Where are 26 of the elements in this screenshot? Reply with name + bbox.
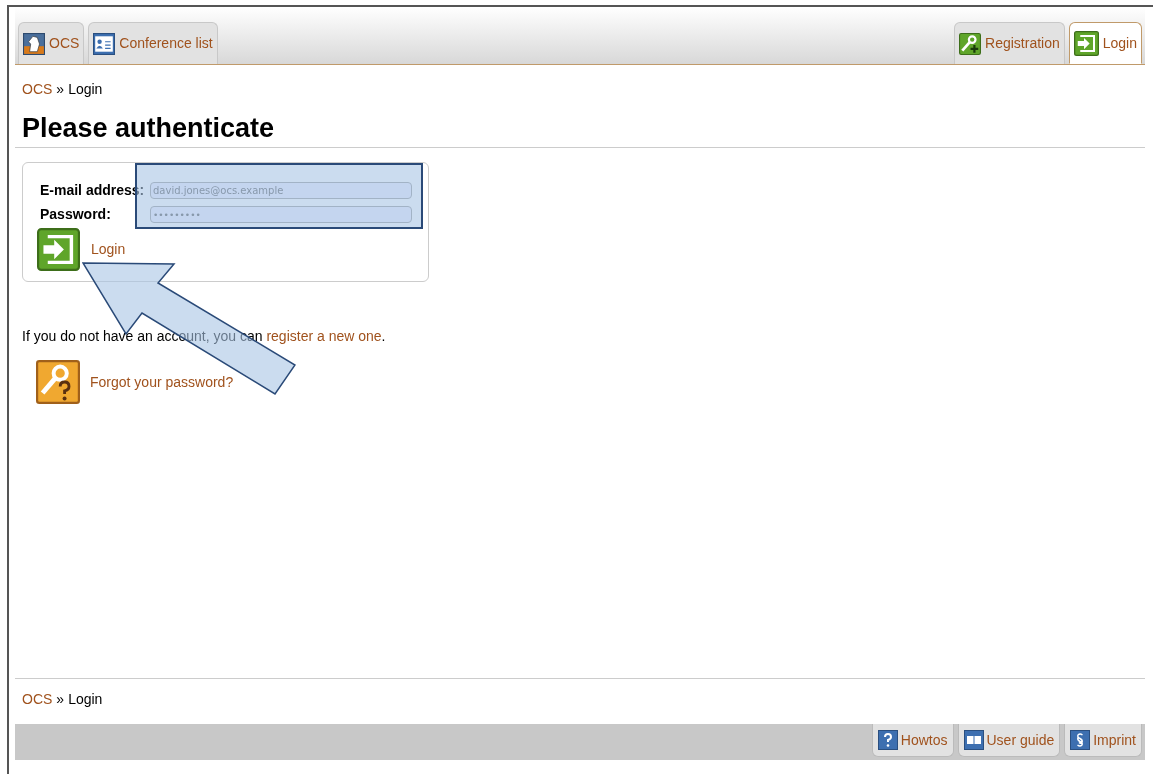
footer-tab[interactable]: User guide (957, 724, 1061, 757)
breadcrumb-link[interactable]: OCS (22, 689, 53, 710)
footer-tab[interactable]: Imprint (1064, 724, 1142, 757)
horse-head-icon (23, 32, 45, 55)
breadcrumb-current: Login (68, 80, 103, 99)
footer-tab[interactable]: Howtos (871, 724, 954, 757)
open-book-icon (963, 730, 984, 750)
register-link[interactable]: register a new one (266, 328, 382, 344)
contact-list-icon (93, 32, 116, 55)
question-icon (877, 730, 898, 750)
login-icon-button[interactable] (37, 228, 80, 271)
nav-tab[interactable]: Login (1068, 22, 1142, 64)
breadcrumb-separator: » (56, 80, 65, 99)
section-sign-icon (1070, 730, 1091, 750)
key-plus-icon (959, 32, 982, 55)
breadcrumb-separator: » (56, 690, 65, 709)
nav-tab[interactable]: Registration (954, 22, 1065, 64)
page-heading: Please authenticate (21, 112, 276, 144)
password-label: Password: (40, 205, 112, 224)
key-question-icon (36, 360, 80, 404)
breadcrumb-link[interactable]: OCS (22, 79, 53, 100)
nav-tab[interactable]: Conference list (88, 22, 218, 64)
login-link[interactable]: Login (91, 239, 126, 260)
breadcrumb-current: Login (68, 690, 103, 709)
forgot-password-link[interactable]: Forgot your password? (90, 371, 234, 393)
nav-tab[interactable]: OCS (18, 22, 85, 64)
